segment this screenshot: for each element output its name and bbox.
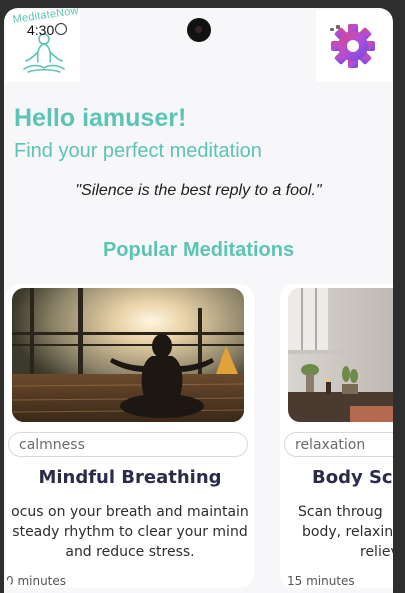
- category-tag: calmness: [8, 432, 248, 457]
- room-meditation-photo: [288, 288, 393, 422]
- app-screen: MeditateNow 4:30 Hello iamuser! Find you…: [4, 8, 393, 593]
- meditation-card-title: Body Sc: [312, 467, 393, 488]
- description-line: and reduce stress.: [65, 544, 195, 560]
- description-line: steady rhythm to clear your mind: [12, 524, 248, 540]
- meditation-card[interactable]: calmness Mindful Breathing ocus on your …: [6, 284, 254, 588]
- status-time: 4:30: [27, 22, 55, 38]
- daily-quote: "Silence is the best reply to a fool.": [75, 182, 322, 199]
- meditation-card-title: Mindful Breathing: [38, 467, 222, 488]
- category-tag: relaxation: [284, 432, 393, 457]
- meditation-card-image: [12, 288, 244, 422]
- meditation-duration: 15 minutes: [287, 574, 355, 588]
- meditation-card-description: Scan throug body, relaxin reliev: [298, 502, 393, 562]
- meditation-duration: 0 minutes: [6, 574, 67, 588]
- app-logo[interactable]: MeditateNow: [6, 8, 80, 82]
- description-line: Scan throug: [298, 504, 383, 520]
- status-indicator-icon: [55, 23, 67, 35]
- gear-icon: [330, 24, 375, 68]
- camera-cutout: [187, 18, 211, 42]
- meditation-card-description: ocus on your breath and maintain steady …: [6, 502, 254, 562]
- meditation-card-image: [288, 288, 393, 422]
- sunset-meditation-photo: [12, 288, 244, 422]
- description-line: ocus on your breath and maintain: [11, 504, 249, 520]
- section-title: Popular Meditations: [102, 239, 295, 261]
- description-line: reliev: [360, 544, 393, 560]
- description-line: body, relaxin: [302, 524, 393, 540]
- page-subtitle: Find your perfect meditation: [14, 140, 262, 162]
- greeting-heading: Hello iamuser!: [14, 104, 187, 132]
- meditation-card[interactable]: relaxation Body Sc Scan throug body, rel…: [280, 284, 393, 588]
- settings-button[interactable]: [316, 10, 392, 82]
